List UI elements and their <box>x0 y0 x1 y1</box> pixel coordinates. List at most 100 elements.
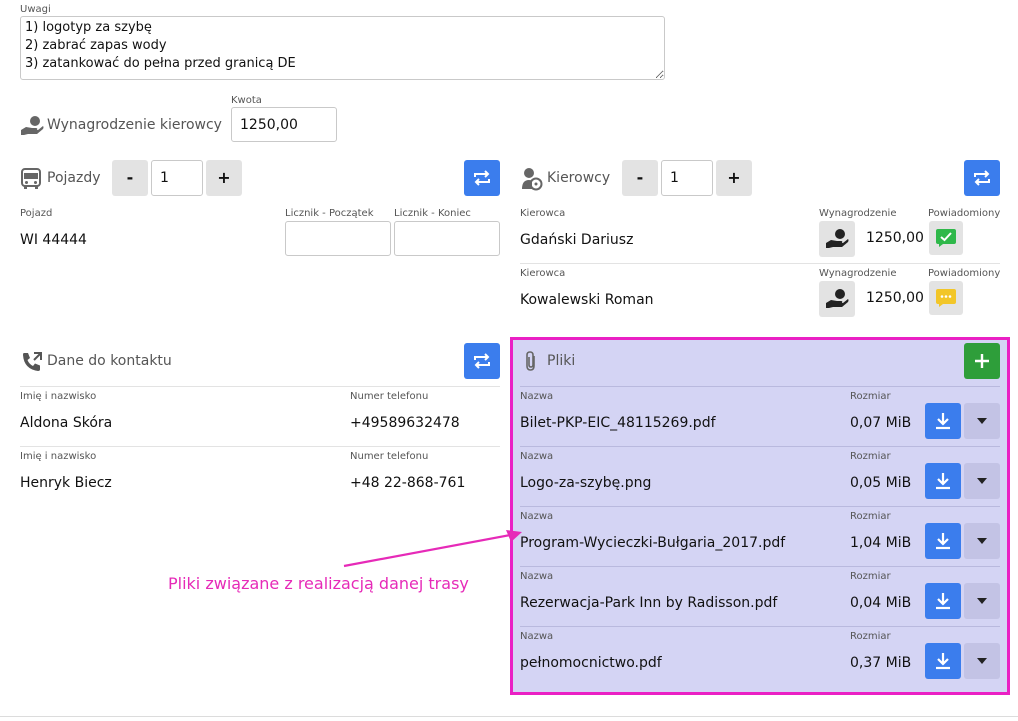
vehicles-decrement-button[interactable]: - <box>112 160 148 196</box>
contacts-col-phone: Numer telefonu <box>350 391 429 402</box>
annotation-text: Pliki związane z realizacją danej trasy <box>168 574 469 593</box>
download-button[interactable] <box>925 463 961 499</box>
driver-pay-value: 1250,00 <box>866 230 924 246</box>
file-size: 0,05 MiB <box>850 475 912 491</box>
driver-icon <box>521 167 543 191</box>
plus-icon <box>975 354 989 368</box>
caret-down-icon <box>977 478 987 484</box>
vehicle-plate: WI 44444 <box>20 232 87 248</box>
download-icon <box>936 533 950 550</box>
caret-down-icon <box>977 658 987 664</box>
contact-phone: +48 22-868-761 <box>350 475 466 491</box>
swap-icon <box>474 353 490 369</box>
vehicles-swap-button[interactable] <box>464 160 500 196</box>
file-size: 1,04 MiB <box>850 535 912 551</box>
contacts-swap-button[interactable] <box>464 343 500 379</box>
drivers-swap-button[interactable] <box>964 160 1000 196</box>
contact-name: Aldona Skóra <box>20 415 113 431</box>
drivers-count-input[interactable] <box>661 160 713 196</box>
download-button[interactable] <box>925 643 961 679</box>
download-icon <box>936 473 950 490</box>
caret-down-icon <box>977 418 987 424</box>
vehicles-title: Pojazdy <box>47 170 101 186</box>
contacts-col-phone: Numer telefonu <box>350 451 429 462</box>
file-menu-button[interactable] <box>964 403 1000 439</box>
files-col-size: Rozmiar <box>850 631 891 642</box>
drivers-title: Kierowcy <box>547 170 611 186</box>
annotation-arrow <box>343 530 522 568</box>
driver-name: Kowalewski Roman <box>520 292 654 308</box>
message-icon <box>936 289 956 307</box>
files-col-name: Nazwa <box>520 631 554 642</box>
file-size: 0,37 MiB <box>850 655 912 671</box>
files-col-name: Nazwa <box>520 451 554 462</box>
file-name[interactable]: Program-Wycieczki-Bułgaria_2017.pdf <box>520 535 785 551</box>
driver-pay-value: 1250,00 <box>866 290 924 306</box>
notes-label: Uwagi <box>20 4 51 15</box>
files-col-size: Rozmiar <box>850 511 891 522</box>
amount-label: Kwota <box>231 95 262 106</box>
vehicles-col-end: Licznik - Koniec <box>394 208 471 219</box>
driver-pay-button[interactable] <box>819 221 855 257</box>
file-name[interactable]: Logo-za-szybę.png <box>520 475 651 491</box>
odometer-end-input[interactable] <box>394 221 500 256</box>
check-icon <box>936 229 956 247</box>
drivers-increment-button[interactable]: + <box>716 160 752 196</box>
driver-pay-label: Wynagrodzenie kierowcy <box>47 117 222 133</box>
caret-down-icon <box>977 598 987 604</box>
drivers-col-pay: Wynagrodzenie <box>819 268 897 279</box>
vehicles-col-start: Licznik - Początek <box>285 208 374 219</box>
file-name[interactable]: pełnomocnictwo.pdf <box>520 655 662 671</box>
phone-icon <box>21 351 43 373</box>
files-col-name: Nazwa <box>520 391 554 402</box>
swap-icon <box>974 170 990 186</box>
hand-money-icon <box>826 289 849 308</box>
file-size: 0,04 MiB <box>850 595 912 611</box>
download-button[interactable] <box>925 403 961 439</box>
file-menu-button[interactable] <box>964 583 1000 619</box>
drivers-col-notified: Powiadomiony <box>928 268 1001 279</box>
vehicles-increment-button[interactable]: + <box>206 160 242 196</box>
files-panel <box>510 337 1010 695</box>
driver-pay-button[interactable] <box>819 281 855 317</box>
amount-input[interactable] <box>231 107 337 142</box>
file-size: 0,07 MiB <box>850 415 912 431</box>
vehicles-count-input[interactable] <box>151 160 203 196</box>
contact-phone: +49589632478 <box>350 415 460 431</box>
caret-down-icon <box>977 538 987 544</box>
files-col-size: Rozmiar <box>850 451 891 462</box>
driver-name: Gdański Dariusz <box>520 232 634 248</box>
files-title: Pliki <box>547 353 576 369</box>
paperclip-icon <box>523 350 539 372</box>
drivers-col-driver: Kierowca <box>520 208 566 219</box>
vehicles-col-vehicle: Pojazd <box>20 208 53 219</box>
drivers-col-notified: Powiadomiony <box>928 208 1001 219</box>
notified-status <box>929 281 963 315</box>
files-col-size: Rozmiar <box>850 571 891 582</box>
download-icon <box>936 413 950 430</box>
drivers-decrement-button[interactable]: - <box>622 160 658 196</box>
notified-status <box>929 221 963 255</box>
hand-money-icon <box>826 229 849 248</box>
contacts-col-name: Imię i nazwisko <box>20 391 97 402</box>
download-icon <box>936 593 950 610</box>
contacts-col-name: Imię i nazwisko <box>20 451 97 462</box>
download-icon <box>936 653 950 670</box>
contact-name: Henryk Biecz <box>20 475 112 491</box>
files-col-size: Rozmiar <box>850 391 891 402</box>
download-button[interactable] <box>925 583 961 619</box>
contacts-title: Dane do kontaktu <box>47 353 172 369</box>
drivers-col-driver: Kierowca <box>520 268 566 279</box>
file-menu-button[interactable] <box>964 463 1000 499</box>
download-button[interactable] <box>925 523 961 559</box>
file-menu-button[interactable] <box>964 643 1000 679</box>
bus-icon <box>20 168 42 190</box>
odometer-start-input[interactable] <box>285 221 391 256</box>
drivers-col-pay: Wynagrodzenie <box>819 208 897 219</box>
file-name[interactable]: Bilet-PKP-EIC_48115269.pdf <box>520 415 716 431</box>
swap-icon <box>474 170 490 186</box>
add-file-button[interactable] <box>964 343 1000 379</box>
notes-textarea[interactable]: 1) logotyp za szybę 2) zabrać zapas wody… <box>20 16 665 80</box>
file-name[interactable]: Rezerwacja-Park Inn by Radisson.pdf <box>520 595 777 611</box>
file-menu-button[interactable] <box>964 523 1000 559</box>
